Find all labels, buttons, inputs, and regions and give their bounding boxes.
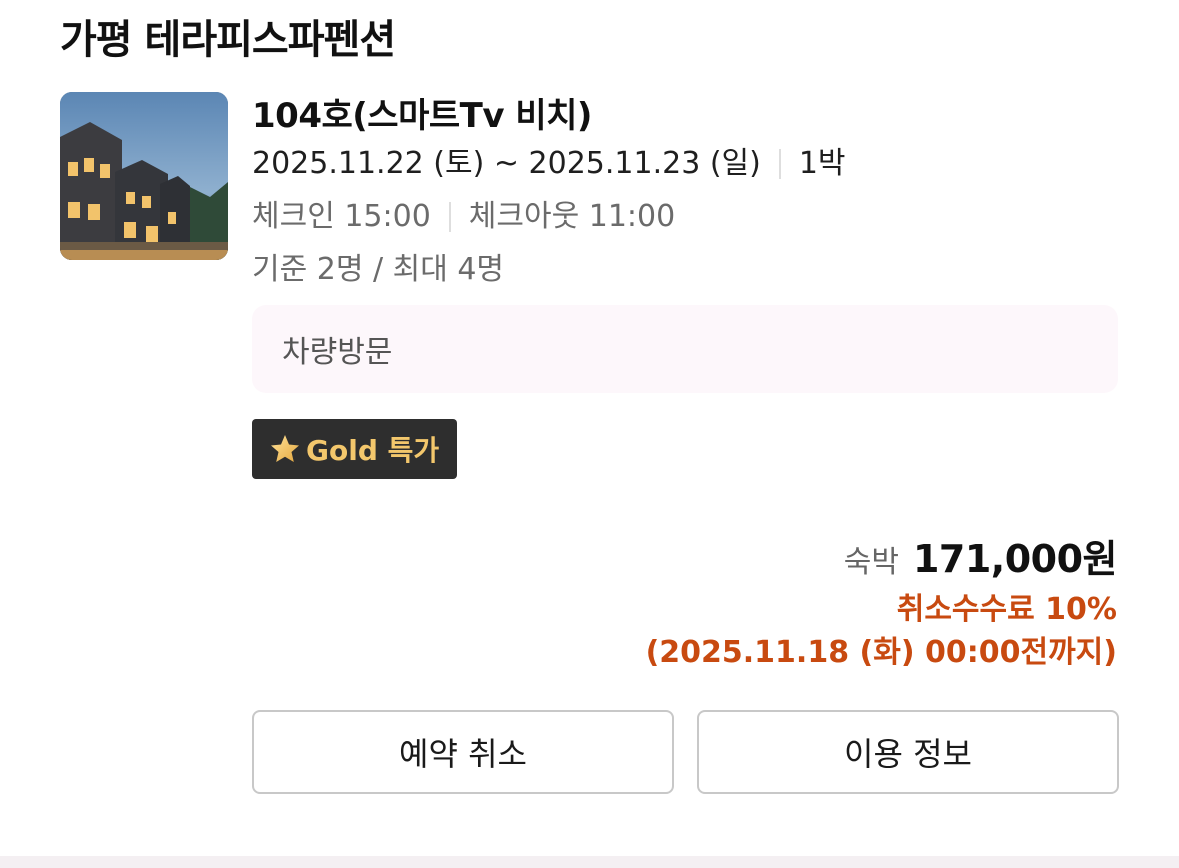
property-name[interactable]: 가평 테라피스파펜션	[60, 12, 396, 68]
star-icon	[271, 435, 299, 462]
divider	[778, 149, 781, 179]
price-row: 숙박 171,000원	[843, 528, 1118, 583]
divider	[448, 202, 451, 232]
room-thumbnail[interactable]	[60, 92, 228, 260]
reservation-card: 가평 테라피스파펜션 104호(스마트Tv 비치) 2025.11.22 (토)…	[0, 0, 1179, 868]
visit-method-box: 차량방문	[252, 305, 1118, 393]
nights-count: 1박	[798, 146, 846, 181]
usage-info-button[interactable]: 이용 정보	[697, 710, 1119, 794]
cancel-reservation-button[interactable]: 예약 취소	[252, 710, 674, 794]
visit-method: 차량방문	[282, 335, 393, 370]
stay-dates-row: 2025.11.22 (토) ~ 2025.11.23 (일) 1박	[252, 144, 846, 184]
cancellation-fee: 취소수수료 10%	[896, 592, 1117, 627]
price-label: 숙박	[843, 545, 899, 580]
section-divider	[0, 856, 1179, 868]
gold-deal-badge: Gold 특가	[252, 419, 458, 479]
room-name[interactable]: 104호(스마트Tv 비치)	[252, 92, 592, 140]
occupancy: 기준 2명 / 최대 4명	[252, 252, 505, 287]
checkout-time: 체크아웃 11:00	[468, 199, 676, 234]
price-value: 171,000원	[912, 537, 1118, 581]
room-photo	[60, 92, 228, 260]
gold-deal-label: Gold 특가	[306, 434, 440, 467]
checkin-time: 체크인 15:00	[252, 199, 431, 234]
checkin-row: 체크인 15:00 체크아웃 11:00	[252, 197, 675, 237]
cancellation-deadline: (2025.11.18 (화) 00:00전까지)	[645, 635, 1117, 670]
stay-dates: 2025.11.22 (토) ~ 2025.11.23 (일)	[252, 146, 761, 181]
